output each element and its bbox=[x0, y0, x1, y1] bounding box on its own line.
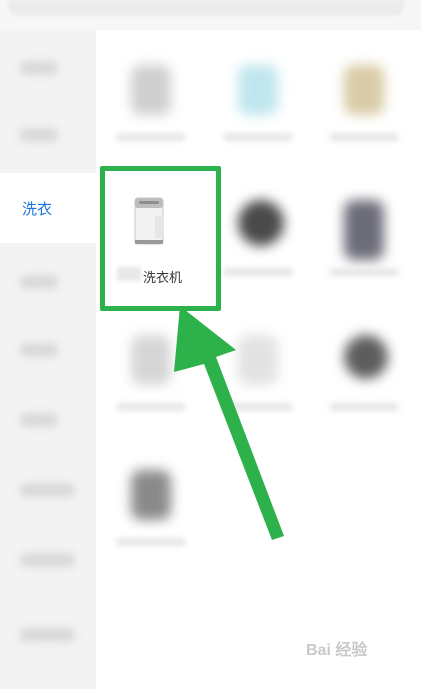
watermark: Bai 经验 bbox=[306, 642, 368, 659]
pointer-arrow-icon bbox=[174, 306, 284, 540]
